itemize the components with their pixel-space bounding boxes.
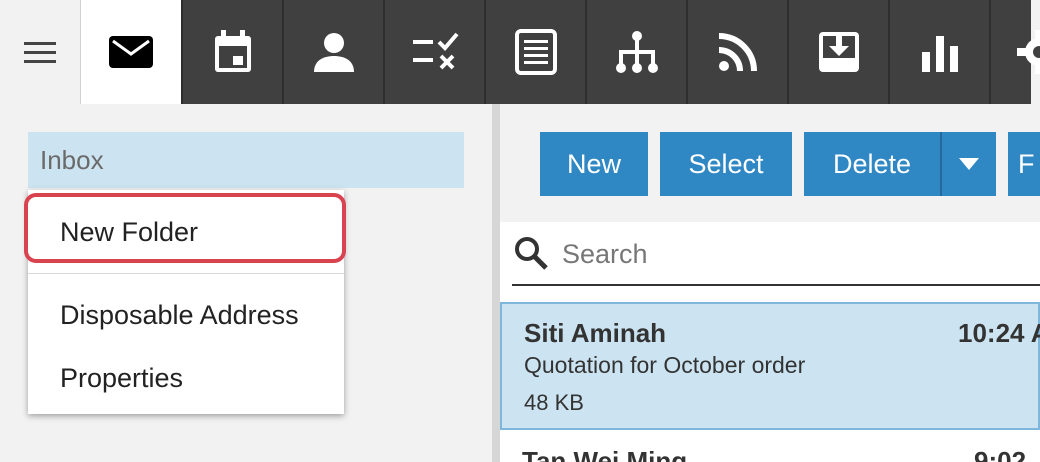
context-menu: New Folder Disposable Address Properties <box>28 190 344 414</box>
message-time: 10:24 A <box>958 318 1040 348</box>
new-button-label: New <box>566 148 621 179</box>
select-button-label: Select <box>688 148 764 179</box>
pane-divider[interactable] <box>492 104 500 462</box>
message-sender: Tan Wei Ming <box>522 446 688 462</box>
tab-reports[interactable] <box>888 0 989 104</box>
bar-chart-icon <box>921 36 958 72</box>
folder-inbox-label: Inbox <box>40 144 104 175</box>
top-navigation-bar <box>0 0 1040 104</box>
folder-pane: Inbox New Folder Disposable Address Prop… <box>0 104 492 462</box>
tab-rss[interactable] <box>686 0 787 104</box>
next-toolbar-button-label: F <box>1018 148 1035 179</box>
message-row[interactable]: Tan Wei Ming 9:02 <box>500 432 1040 462</box>
menu-item-label: Disposable Address <box>60 299 299 330</box>
tab-tasks[interactable] <box>383 0 484 104</box>
rss-icon <box>718 33 757 72</box>
tab-settings[interactable] <box>989 0 1040 104</box>
search-bar <box>512 222 1040 286</box>
inbox-download-icon <box>818 32 859 72</box>
tab-calendar[interactable] <box>181 0 282 104</box>
message-pane: New Select Delete F Siti Aminah 10:24 A … <box>500 104 1040 462</box>
menu-item-new-folder[interactable]: New Folder <box>28 202 344 262</box>
caret-down-icon <box>959 158 979 170</box>
menu-item-properties[interactable]: Properties <box>28 348 344 408</box>
hamburger-menu-button[interactable] <box>0 0 80 104</box>
tab-org-chart[interactable] <box>585 0 686 104</box>
message-sender: Siti Aminah <box>524 318 667 348</box>
mail-icon <box>109 36 153 68</box>
search-icon <box>515 237 548 270</box>
notes-icon <box>514 29 557 75</box>
sitemap-icon <box>615 31 658 73</box>
message-size: 48 KB <box>524 390 584 415</box>
search-input[interactable] <box>560 232 1034 276</box>
app-tabs <box>80 0 1040 104</box>
folder-inbox[interactable]: Inbox <box>28 132 464 188</box>
menu-item-disposable-address[interactable]: Disposable Address <box>28 285 344 345</box>
tasks-icon <box>412 32 459 70</box>
message-list: Siti Aminah 10:24 A Quotation for Octobe… <box>500 222 1040 462</box>
menu-item-label: Properties <box>60 362 184 393</box>
delete-button[interactable]: Delete <box>804 132 940 196</box>
tab-inbox-download[interactable] <box>787 0 888 104</box>
menu-separator <box>28 273 344 274</box>
calendar-icon <box>214 30 251 72</box>
delete-button-label: Delete <box>832 148 912 179</box>
message-time: 9:02 <box>974 446 1027 462</box>
gear-icon <box>1017 30 1040 74</box>
select-button[interactable]: Select <box>660 132 792 196</box>
message-row[interactable]: Siti Aminah 10:24 A Quotation for Octobe… <box>500 302 1040 430</box>
new-button[interactable]: New <box>540 132 648 196</box>
delete-dropdown-button[interactable] <box>940 132 996 196</box>
tab-contacts[interactable] <box>282 0 383 104</box>
message-subject: Quotation for October order <box>524 352 806 378</box>
tab-mail[interactable] <box>80 0 181 104</box>
hamburger-icon <box>24 42 56 63</box>
tab-notes[interactable] <box>484 0 585 104</box>
next-toolbar-button[interactable]: F <box>1008 132 1040 196</box>
person-icon <box>313 33 354 72</box>
menu-item-label: New Folder <box>60 216 199 247</box>
